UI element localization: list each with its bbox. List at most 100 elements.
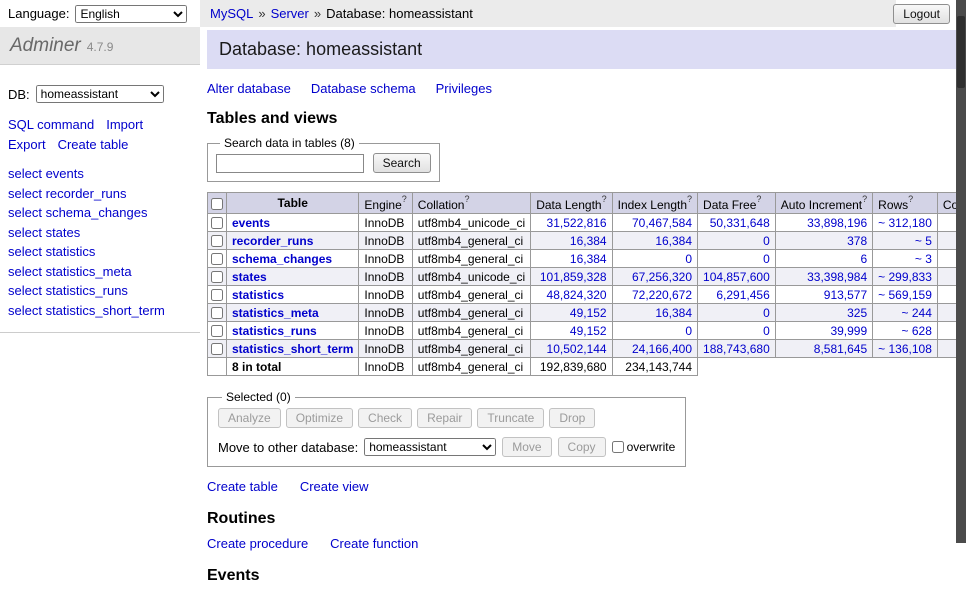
export-link[interactable]: Export [8,137,46,152]
language-select[interactable]: English [75,5,187,23]
rows-link[interactable]: ~ 312,180 [878,216,932,230]
sidebar-select-link[interactable]: select recorder_runs [8,186,127,201]
row-checkbox[interactable] [211,271,223,283]
row-checkbox[interactable] [211,325,223,337]
index-length-link[interactable]: 72,220,672 [632,288,692,302]
auto-increment-link[interactable]: 913,577 [824,288,867,302]
check-button[interactable]: Check [358,408,412,428]
alter-database-link[interactable]: Alter database [207,81,291,96]
row-checkbox[interactable] [211,307,223,319]
help-icon[interactable]: ? [862,194,867,204]
data-length-link[interactable]: 16,384 [570,234,607,248]
help-icon[interactable]: ? [687,194,692,204]
index-length-link[interactable]: 16,384 [655,234,692,248]
rows-link[interactable]: ~ 628 [902,324,932,338]
data-free-link[interactable]: 104,857,600 [703,270,770,284]
data-length-link[interactable]: 31,522,816 [547,216,607,230]
create-function-link[interactable]: Create function [330,536,418,551]
data-length-link[interactable]: 101,859,328 [540,270,607,284]
rows-link[interactable]: ~ 5 [915,234,932,248]
create-table-sidebar-link[interactable]: Create table [58,137,129,152]
data-free-link[interactable]: 0 [763,324,770,338]
auto-increment-link[interactable]: 325 [847,306,867,320]
help-icon[interactable]: ? [464,194,469,204]
search-button[interactable]: Search [373,153,431,173]
sidebar-select-link[interactable]: select events [8,166,84,181]
overwrite-checkbox[interactable] [612,441,624,453]
sidebar-select-link[interactable]: select schema_changes [8,205,147,220]
logout-button[interactable]: Logout [893,4,950,24]
auto-increment-link[interactable]: 39,999 [830,324,867,338]
row-checkbox[interactable] [211,235,223,247]
create-table-link[interactable]: Create table [207,479,278,494]
sidebar-select-link[interactable]: select statistics_meta [8,264,132,279]
row-checkbox[interactable] [211,343,223,355]
table-name-link[interactable]: statistics_meta [232,306,319,320]
table-name-link[interactable]: statistics_runs [232,324,317,338]
sql-command-link[interactable]: SQL command [8,117,94,132]
scrollbar-thumb[interactable] [957,16,965,88]
database-schema-link[interactable]: Database schema [311,81,416,96]
help-icon[interactable]: ? [908,194,913,204]
rows-link[interactable]: ~ 244 [902,306,932,320]
table-name-link[interactable]: states [232,270,267,284]
create-procedure-link[interactable]: Create procedure [207,536,308,551]
help-icon[interactable]: ? [756,194,761,204]
create-view-link[interactable]: Create view [300,479,369,494]
index-length-link[interactable]: 0 [685,252,692,266]
data-length-link[interactable]: 49,152 [570,324,607,338]
move-db-select[interactable]: homeassistant [364,438,496,456]
sidebar-select-link[interactable]: select statistics_short_term [8,303,165,318]
sidebar-select-link[interactable]: select statistics [8,244,95,259]
data-length-link[interactable]: 49,152 [570,306,607,320]
index-length-link[interactable]: 0 [685,324,692,338]
db-select[interactable]: homeassistant [36,85,164,103]
table-name-link[interactable]: recorder_runs [232,234,313,248]
drop-button[interactable]: Drop [549,408,595,428]
data-length-link[interactable]: 10,502,144 [547,342,607,356]
move-button[interactable]: Move [502,437,551,457]
data-free-link[interactable]: 0 [763,306,770,320]
repair-button[interactable]: Repair [417,408,472,428]
data-free-link[interactable]: 0 [763,252,770,266]
index-length-link[interactable]: 24,166,400 [632,342,692,356]
data-length-link[interactable]: 48,824,320 [547,288,607,302]
data-free-link[interactable]: 0 [763,234,770,248]
sidebar-select-link[interactable]: select statistics_runs [8,283,128,298]
table-name-link[interactable]: schema_changes [232,252,332,266]
breadcrumb-server-link[interactable]: Server [271,6,309,21]
index-length-link[interactable]: 16,384 [655,306,692,320]
data-free-link[interactable]: 6,291,456 [716,288,769,302]
select-all-checkbox[interactable] [211,198,223,210]
sidebar-select-link[interactable]: select states [8,225,80,240]
table-name-link[interactable]: statistics [232,288,284,302]
search-input[interactable] [216,154,364,173]
import-link[interactable]: Import [106,117,143,132]
auto-increment-link[interactable]: 8,581,645 [814,342,867,356]
row-checkbox[interactable] [211,253,223,265]
row-checkbox[interactable] [211,289,223,301]
table-name-link[interactable]: statistics_short_term [232,342,353,356]
auto-increment-link[interactable]: 33,398,984 [807,270,867,284]
truncate-button[interactable]: Truncate [477,408,544,428]
analyze-button[interactable]: Analyze [218,408,281,428]
index-length-link[interactable]: 70,467,584 [632,216,692,230]
table-name-link[interactable]: events [232,216,270,230]
rows-link[interactable]: ~ 3 [915,252,932,266]
auto-increment-link[interactable]: 33,898,196 [807,216,867,230]
breadcrumb-mysql-link[interactable]: MySQL [210,6,253,21]
data-free-link[interactable]: 50,331,648 [710,216,770,230]
copy-button[interactable]: Copy [558,437,606,457]
privileges-link[interactable]: Privileges [436,81,492,96]
rows-link[interactable]: ~ 299,833 [878,270,932,284]
auto-increment-link[interactable]: 378 [847,234,867,248]
optimize-button[interactable]: Optimize [286,408,353,428]
data-free-link[interactable]: 188,743,680 [703,342,770,356]
rows-link[interactable]: ~ 569,159 [878,288,932,302]
scrollbar[interactable] [956,0,966,543]
auto-increment-link[interactable]: 6 [860,252,867,266]
help-icon[interactable]: ? [602,194,607,204]
rows-link[interactable]: ~ 136,108 [878,342,932,356]
help-icon[interactable]: ? [402,194,407,204]
row-checkbox[interactable] [211,217,223,229]
